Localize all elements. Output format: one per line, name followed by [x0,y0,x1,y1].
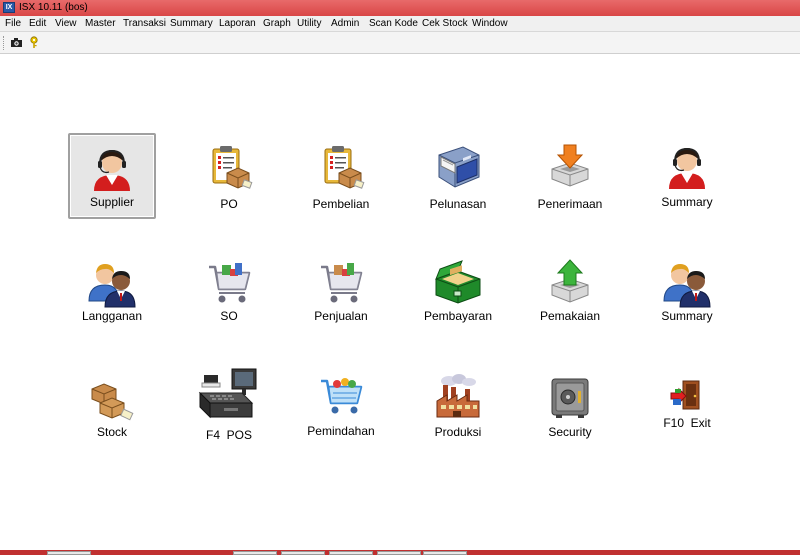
boxes-icon [91,383,134,421]
toolbar [0,32,800,54]
menu-transaksi[interactable]: Transaksi [123,18,166,29]
menu-laporan[interactable]: Laporan [219,18,256,29]
tile-stock[interactable]: Stock [68,365,156,451]
menu-admin[interactable]: Admin [331,18,359,29]
users-icon [88,264,136,308]
taskbar-button[interactable] [281,551,325,555]
inbox-down-arrow-icon [551,144,589,187]
tile-label: Supplier [89,195,135,209]
toolbar-grip[interactable] [3,36,6,50]
tile-label: Pemindahan [307,424,375,438]
factory-icon [436,374,480,418]
camera-icon[interactable] [10,36,24,49]
menu-file[interactable]: File [5,18,21,29]
tile-label: Security [548,425,592,439]
shopping-cart-icon [209,263,251,303]
tile-label: Penjualan [314,309,368,323]
user-headset-icon [94,149,130,191]
menu-scan-kode[interactable]: Scan Kode [369,18,418,29]
taskbar-button[interactable] [233,551,277,555]
tile-pembelian[interactable]: Pembelian [297,135,385,221]
title-bar: IX ISX 10.11 (bos) [0,0,800,16]
tile-pemindahan[interactable]: Pemindahan [297,365,385,451]
taskbar-button[interactable] [47,551,91,555]
menu-utility[interactable]: Utility [297,18,321,29]
tile-exit[interactable]: F10 Exit [643,365,731,451]
tile-label: F4 POS [205,428,252,442]
tile-label: Pembelian [312,197,370,211]
tile-pos[interactable]: F4 POS [185,361,273,447]
tile-label: Pelunasan [429,197,487,211]
tile-summary-1[interactable]: Summary [643,135,731,221]
app-icon: IX [3,2,15,13]
tile-produksi[interactable]: Produksi [414,365,502,451]
exit-door-icon [670,380,700,410]
menu-summary[interactable]: Summary [170,18,213,29]
cash-box-icon [435,260,481,304]
shopping-cart-icon [321,263,363,303]
tile-label: Penerimaan [537,197,603,211]
tile-summary-2[interactable]: Summary [643,251,731,337]
drawer-icon [438,146,480,188]
clipboard-box-icon [212,146,253,189]
tile-label: Summary [661,309,713,323]
menu-bar: File Edit View Master Transaksi Summary … [0,16,800,32]
menu-master[interactable]: Master [85,18,116,29]
tile-label: Stock [96,425,127,439]
tile-penjualan[interactable]: Penjualan [297,251,385,337]
safe-icon [551,378,589,418]
menu-graph[interactable]: Graph [263,18,291,29]
tile-pemakaian[interactable]: Pemakaian [526,251,614,337]
user-headset-icon [669,147,705,189]
key-icon[interactable] [27,36,41,49]
menu-edit[interactable]: Edit [29,18,46,29]
menu-cek-stock[interactable]: Cek Stock [422,18,468,29]
clipboard-box-icon [324,146,365,189]
tile-label: Langganan [81,309,143,323]
tile-security[interactable]: Security [526,365,614,451]
cash-register-icon [198,368,257,419]
users-icon [663,264,711,308]
menu-view[interactable]: View [55,18,77,29]
inbox-up-arrow-icon [551,259,589,303]
tile-langganan[interactable]: Langganan [68,251,156,337]
taskbar-button[interactable] [423,551,467,555]
tile-penerimaan[interactable]: Penerimaan [526,135,614,221]
tile-label: Pembayaran [423,309,493,323]
menu-window[interactable]: Window [472,18,508,29]
taskbar-button[interactable] [329,551,373,555]
taskbar [0,550,800,555]
tile-pembayaran[interactable]: Pembayaran [414,251,502,337]
tile-po[interactable]: PO [185,135,273,221]
tile-pelunasan[interactable]: Pelunasan [414,135,502,221]
basket-icon [321,378,363,414]
tile-label: F10 Exit [663,416,711,430]
tile-label: Produksi [434,425,482,439]
tile-supplier[interactable]: Supplier [68,133,156,219]
tile-label: Summary [661,195,713,209]
taskbar-button[interactable] [377,551,421,555]
main-menu-panel: Supplier PO Pembelian Pelunasan Penerima… [0,55,800,550]
tile-label: Pemakaian [539,309,601,323]
app-window: IX ISX 10.11 (bos) File Edit View Master… [0,0,800,555]
tile-label: PO [220,197,238,211]
window-title: ISX 10.11 (bos) [19,2,88,13]
tile-so[interactable]: SO [185,251,273,337]
tile-label: SO [220,309,238,323]
